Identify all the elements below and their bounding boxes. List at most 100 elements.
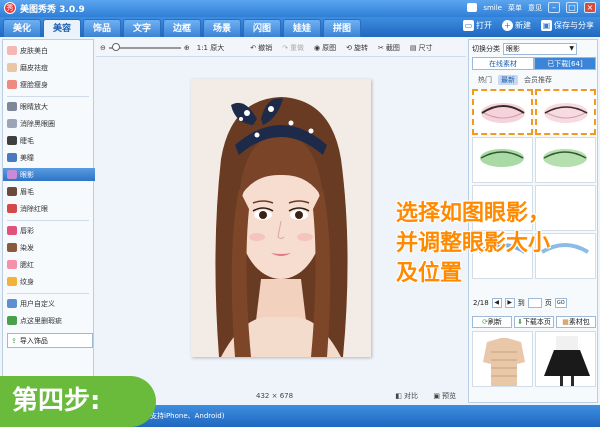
tool-icon — [7, 80, 17, 89]
next-page-button[interactable]: ▶ — [504, 298, 515, 308]
sidebar-item-label: 美瞳 — [20, 153, 34, 162]
original-button[interactable]: ◉ 原图 — [314, 43, 336, 53]
new-button[interactable]: + 新建 — [502, 20, 531, 31]
tab-item[interactable]: 文字 — [123, 19, 161, 37]
rotate-label: 旋转 — [353, 43, 368, 52]
redo-label: 重做 — [290, 43, 304, 52]
tab-item[interactable]: 场景 — [203, 19, 241, 37]
tool-icon — [7, 316, 17, 325]
import-accessory-button[interactable]: ⇪ 导入饰品 — [7, 333, 93, 348]
filter-tab[interactable]: 会员推荐 — [521, 75, 555, 85]
edit-toolbar: ⊖ ⊕ 1:1 原大 ↶ 撤销 ↷ 重做 ◉ 原图 ⟲ 旋转 ✂ 截图 ▤ 尺寸 — [96, 39, 466, 57]
close-button[interactable]: × — [584, 2, 596, 13]
app-logo: 秀 — [4, 2, 16, 14]
tool-icon — [7, 46, 17, 55]
download-page-button[interactable]: ⬇下载本页 — [514, 316, 554, 328]
filter-tab[interactable]: 热门 — [475, 75, 495, 85]
maximize-button[interactable]: □ — [566, 2, 578, 13]
size-button[interactable]: ▤ 尺寸 — [410, 43, 433, 53]
eyeshadow-item[interactable] — [535, 89, 596, 135]
crop-label: 截图 — [385, 43, 400, 52]
tab-item[interactable]: 饰品 — [83, 19, 121, 37]
eyeshadow-item[interactable] — [472, 137, 533, 183]
user-name[interactable]: smile — [483, 4, 502, 12]
ad-thumbnail[interactable] — [472, 331, 533, 387]
tab-item[interactable]: 美容 — [43, 19, 81, 37]
skirt-ad-image — [536, 332, 595, 386]
original-size-button[interactable]: 1:1 原大 — [197, 43, 225, 53]
tool-icon — [7, 170, 17, 179]
preview-label: 预览 — [442, 391, 456, 400]
zoom-control: ⊖ ⊕ 1:1 原大 — [100, 42, 225, 53]
tab-item[interactable]: 娃娃 — [283, 19, 321, 37]
sidebar-item[interactable]: 眼睛放大 — [7, 100, 93, 113]
undo-button[interactable]: ↶ 撤销 — [250, 43, 272, 53]
filter-tab[interactable]: 最新 — [498, 75, 518, 85]
file-actions: ▭ 打开 + 新建 ▣ 保存与分享 — [463, 20, 594, 31]
menu-button[interactable]: 菜单 — [508, 3, 522, 13]
source-tab[interactable]: 在线素材 — [472, 57, 534, 70]
sidebar-item[interactable]: 腮红 — [7, 258, 93, 271]
sidebar-item[interactable]: 染发 — [7, 241, 93, 254]
tab-item[interactable]: 闪图 — [243, 19, 281, 37]
source-tabs: 在线素材 已下载[64] — [472, 57, 596, 70]
instruction-line: 选择如图眼影， — [396, 201, 551, 226]
ad-thumbnail[interactable] — [535, 331, 596, 387]
step-badge: 第四步: — [0, 376, 156, 427]
sidebar-item[interactable]: 点这里删瑕疵 — [7, 314, 93, 327]
sidebar-item[interactable]: 瘦脸瘦身 — [7, 78, 93, 91]
compare-button[interactable]: ◧ 对比 — [395, 391, 418, 401]
portrait-image — [191, 79, 371, 357]
zoom-knob[interactable] — [112, 42, 121, 51]
save-share-button[interactable]: ▣ 保存与分享 — [541, 20, 594, 31]
open-button[interactable]: ▭ 打开 — [463, 20, 492, 31]
refresh-button[interactable]: ⟳刷新 — [472, 316, 512, 328]
source-tab[interactable]: 已下载[64] — [534, 57, 596, 70]
prev-page-button[interactable]: ◀ — [491, 298, 502, 308]
redo-button[interactable]: ↷ 重做 — [282, 43, 304, 53]
bottom-promo-text[interactable]: 支持iPhone、Android) — [150, 411, 224, 421]
eyeshadow-item[interactable] — [472, 89, 533, 135]
go-button[interactable]: GO — [554, 298, 567, 308]
edited-photo[interactable] — [191, 79, 371, 357]
tab-item[interactable]: 美化 — [3, 19, 41, 37]
plus-icon: + — [502, 20, 513, 31]
compare-label: 对比 — [404, 391, 418, 400]
sidebar-item[interactable]: 眉毛 — [7, 185, 93, 198]
user-avatar-icon[interactable] — [467, 3, 478, 12]
sidebar-divider — [7, 96, 89, 97]
sidebar-item[interactable]: 唇彩 — [7, 224, 93, 237]
sidebar-item[interactable]: 磨皮祛痘 — [7, 61, 93, 74]
tool-icon — [7, 102, 17, 111]
preview-button[interactable]: ▣ 预览 — [433, 391, 456, 401]
category-select[interactable]: 眼影 ▼ — [503, 43, 577, 55]
sidebar-item[interactable]: 皮肤美白 — [7, 44, 93, 57]
tab-item[interactable]: 拼图 — [323, 19, 361, 37]
sidebar-item[interactable]: 睫毛 — [7, 134, 93, 147]
sidebar-item[interactable]: 眼影 — [3, 168, 95, 181]
sidebar-item[interactable]: 美瞳 — [7, 151, 93, 164]
zoom-slider[interactable] — [108, 42, 181, 51]
tool-icon — [7, 204, 17, 213]
category-value: 眼影 — [506, 45, 520, 53]
zoom-out-icon[interactable]: ⊖ — [100, 44, 106, 52]
sidebar-item[interactable]: 用户自定义 — [7, 297, 93, 310]
import-label: 导入饰品 — [19, 336, 48, 345]
image-width: 432 — [256, 391, 270, 400]
eyeshadow-item[interactable] — [535, 137, 596, 183]
sidebar-item[interactable]: 消除红眼 — [7, 202, 93, 215]
tab-item[interactable]: 边框 — [163, 19, 201, 37]
tool-icon — [7, 63, 17, 72]
page-input[interactable] — [527, 298, 542, 308]
minimize-button[interactable]: – — [548, 2, 560, 13]
sidebar-item-label: 皮肤美白 — [20, 46, 48, 55]
sweater-ad-image — [473, 332, 532, 386]
sidebar-item[interactable]: 纹身 — [7, 275, 93, 288]
zoom-in-icon[interactable]: ⊕ — [184, 44, 190, 52]
sidebar-item[interactable]: 消除黑眼圈 — [7, 117, 93, 130]
undo-icon: ↶ — [250, 43, 257, 52]
crop-button[interactable]: ✂ 截图 — [378, 43, 400, 53]
material-pack-button[interactable]: ▦素材包 — [556, 316, 596, 328]
rotate-button[interactable]: ⟲ 旋转 — [346, 43, 368, 53]
feedback-button[interactable]: 意见 — [528, 3, 542, 13]
